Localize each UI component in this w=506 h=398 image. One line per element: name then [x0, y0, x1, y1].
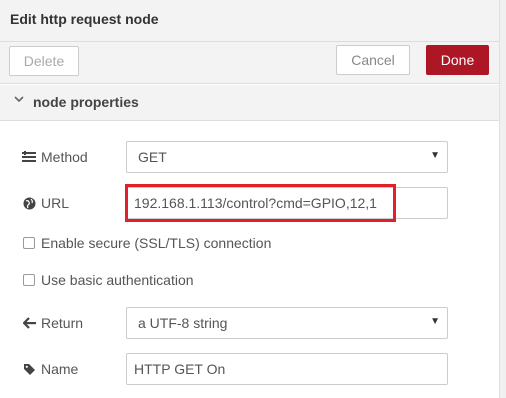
return-label-text: Return: [41, 315, 84, 331]
return-value: a UTF-8 string: [138, 315, 228, 331]
tls-label: Enable secure (SSL/TLS) connection: [41, 235, 272, 251]
tray-header: Edit http request node: [0, 0, 499, 42]
section-label: node properties: [33, 94, 139, 110]
tray-toolbar: Delete Cancel Done: [0, 42, 499, 84]
url-label-text: URL: [41, 195, 70, 211]
delete-button[interactable]: Delete: [9, 46, 79, 76]
return-label: Return: [22, 315, 83, 331]
url-label: URL: [22, 195, 69, 211]
tray-title: Edit http request node: [10, 11, 159, 27]
globe-icon: [22, 197, 36, 210]
method-select[interactable]: GET ▼: [126, 141, 448, 173]
name-label-text: Name: [41, 361, 79, 377]
name-value: HTTP GET On: [134, 361, 226, 377]
name-label: Name: [22, 361, 78, 377]
method-label-text: Method: [41, 149, 88, 165]
auth-label: Use basic authentication: [41, 272, 194, 288]
node-properties-header[interactable]: node properties: [0, 85, 499, 121]
return-select[interactable]: a UTF-8 string ▼: [126, 307, 448, 339]
caret-down-icon: ▼: [430, 150, 440, 161]
list-icon: [22, 151, 36, 163]
auth-checkbox-row[interactable]: Use basic authentication: [23, 272, 194, 288]
tls-checkbox[interactable]: [23, 237, 35, 249]
tag-icon: [22, 363, 36, 376]
cancel-button[interactable]: Cancel: [336, 45, 410, 75]
method-label: Method: [22, 149, 88, 165]
arrow-left-icon: [22, 317, 36, 329]
name-input[interactable]: HTTP GET On: [126, 353, 448, 385]
url-highlight-box: [125, 184, 396, 222]
scrollbar[interactable]: [499, 0, 506, 398]
chevron-down-icon: [14, 94, 24, 107]
done-button[interactable]: Done: [426, 45, 489, 75]
auth-checkbox[interactable]: [23, 274, 35, 286]
tls-checkbox-row[interactable]: Enable secure (SSL/TLS) connection: [23, 235, 271, 251]
caret-down-icon: ▼: [430, 316, 440, 327]
method-value: GET: [138, 149, 167, 165]
